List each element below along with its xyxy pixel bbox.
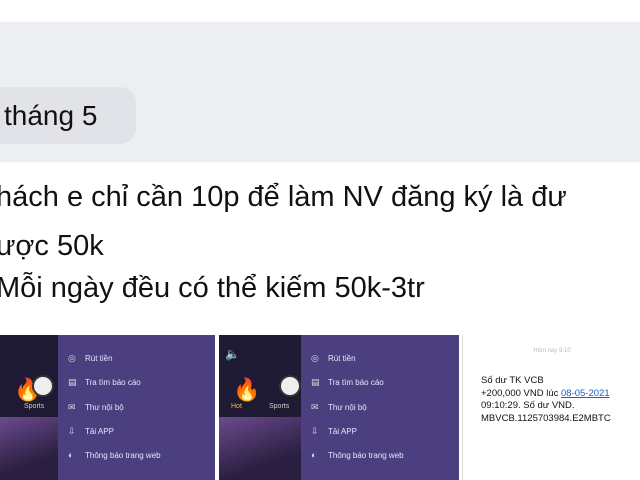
hot-label: Hot [231, 403, 242, 410]
app-menu-panel: ◎ Rút tiền ▤ Tra tìm báo cáo ✉ Thư nội bộ ⇩… [301, 335, 459, 480]
menu-item-withdraw[interactable]: ◎ Rút tiền [311, 353, 356, 367]
menu-item-download[interactable]: ⇩ Tải APP [68, 426, 114, 440]
report-icon: ▤ [311, 377, 320, 387]
soccer-ball-icon [32, 375, 54, 397]
menu-item-report[interactable]: ▤ Tra tìm báo cáo [68, 377, 141, 391]
report-icon: ▤ [68, 377, 77, 387]
attached-image-3[interactable]: Hôm nay 9:10 Số dư TK VCB +200,000 VND l… [462, 335, 640, 480]
mail-icon: ✉ [311, 402, 319, 412]
message-line-3: Mỗi ngày đều có thể kiếm 50k-3tr [0, 272, 425, 304]
sms-timestamp: Hôm nay 9:10 [533, 348, 571, 354]
sms-line: MBVCB.1125703984.E2MBTC [481, 412, 611, 424]
notice-icon: ◐ [68, 450, 74, 460]
speaker-icon: 🔈 [225, 347, 240, 361]
withdraw-icon: ◎ [68, 353, 76, 363]
sms-body: Số dư TK VCB +200,000 VND lúc 08-05-2021… [481, 375, 611, 425]
date-label: tháng 5 [4, 100, 98, 131]
menu-item-withdraw[interactable]: ◎ Rút tiền [68, 353, 113, 367]
app-menu-panel: ◎ Rút tiền ▤ Tra tìm báo cáo ✉ Thư nội bộ ⇩… [58, 335, 215, 480]
fire-icon: 🔥 [233, 377, 261, 402]
withdraw-icon: ◎ [311, 353, 319, 363]
message-line-2: ược 50k [0, 230, 104, 262]
menu-item-report[interactable]: ▤ Tra tìm báo cáo [311, 377, 384, 391]
promo-image [219, 417, 301, 480]
sports-label: Sports [269, 403, 290, 410]
sms-line-amount: +200,000 VND lúc 08-05-2021 [481, 387, 610, 399]
download-icon: ⇩ [311, 426, 319, 436]
notice-icon: ◐ [311, 450, 317, 460]
sms-line-balance: 09:10:29. Số dư VND. [481, 400, 575, 411]
menu-item-download[interactable]: ⇩ Tải APP [311, 426, 357, 440]
sms-line: Số dư TK VCB [481, 375, 544, 386]
promo-image [0, 417, 58, 480]
attached-image-2[interactable]: 🔈 🔥 Hot Sports ◎ Rút tiền ▤ Tra tìm báo cá… [219, 335, 459, 480]
soccer-ball-icon [279, 375, 301, 397]
date-separator: tháng 5 [0, 87, 136, 144]
menu-item-notice[interactable]: ◐ Thông báo trang web [311, 450, 404, 464]
top-bar [0, 0, 640, 22]
sms-date-link[interactable]: 08-05-2021 [561, 388, 610, 399]
menu-item-mail[interactable]: ✉ Thư nội bộ [68, 402, 124, 416]
sports-label: Sports [24, 403, 45, 410]
attached-image-1[interactable]: 🔥 Sports ◎ Rút tiền ▤ Tra tìm báo cáo ✉ Thư… [0, 335, 215, 480]
mail-icon: ✉ [68, 402, 76, 412]
game-sidebar: 🔥 Sports [0, 335, 58, 480]
download-icon: ⇩ [68, 426, 76, 436]
menu-item-notice[interactable]: ◐ Thông báo trang web [68, 450, 161, 464]
game-sidebar: 🔈 🔥 Hot Sports [219, 335, 301, 480]
message-line-1: hách e chỉ cần 10p để làm NV đăng ký là … [0, 181, 567, 213]
menu-item-mail[interactable]: ✉ Thư nội bộ [311, 402, 367, 416]
